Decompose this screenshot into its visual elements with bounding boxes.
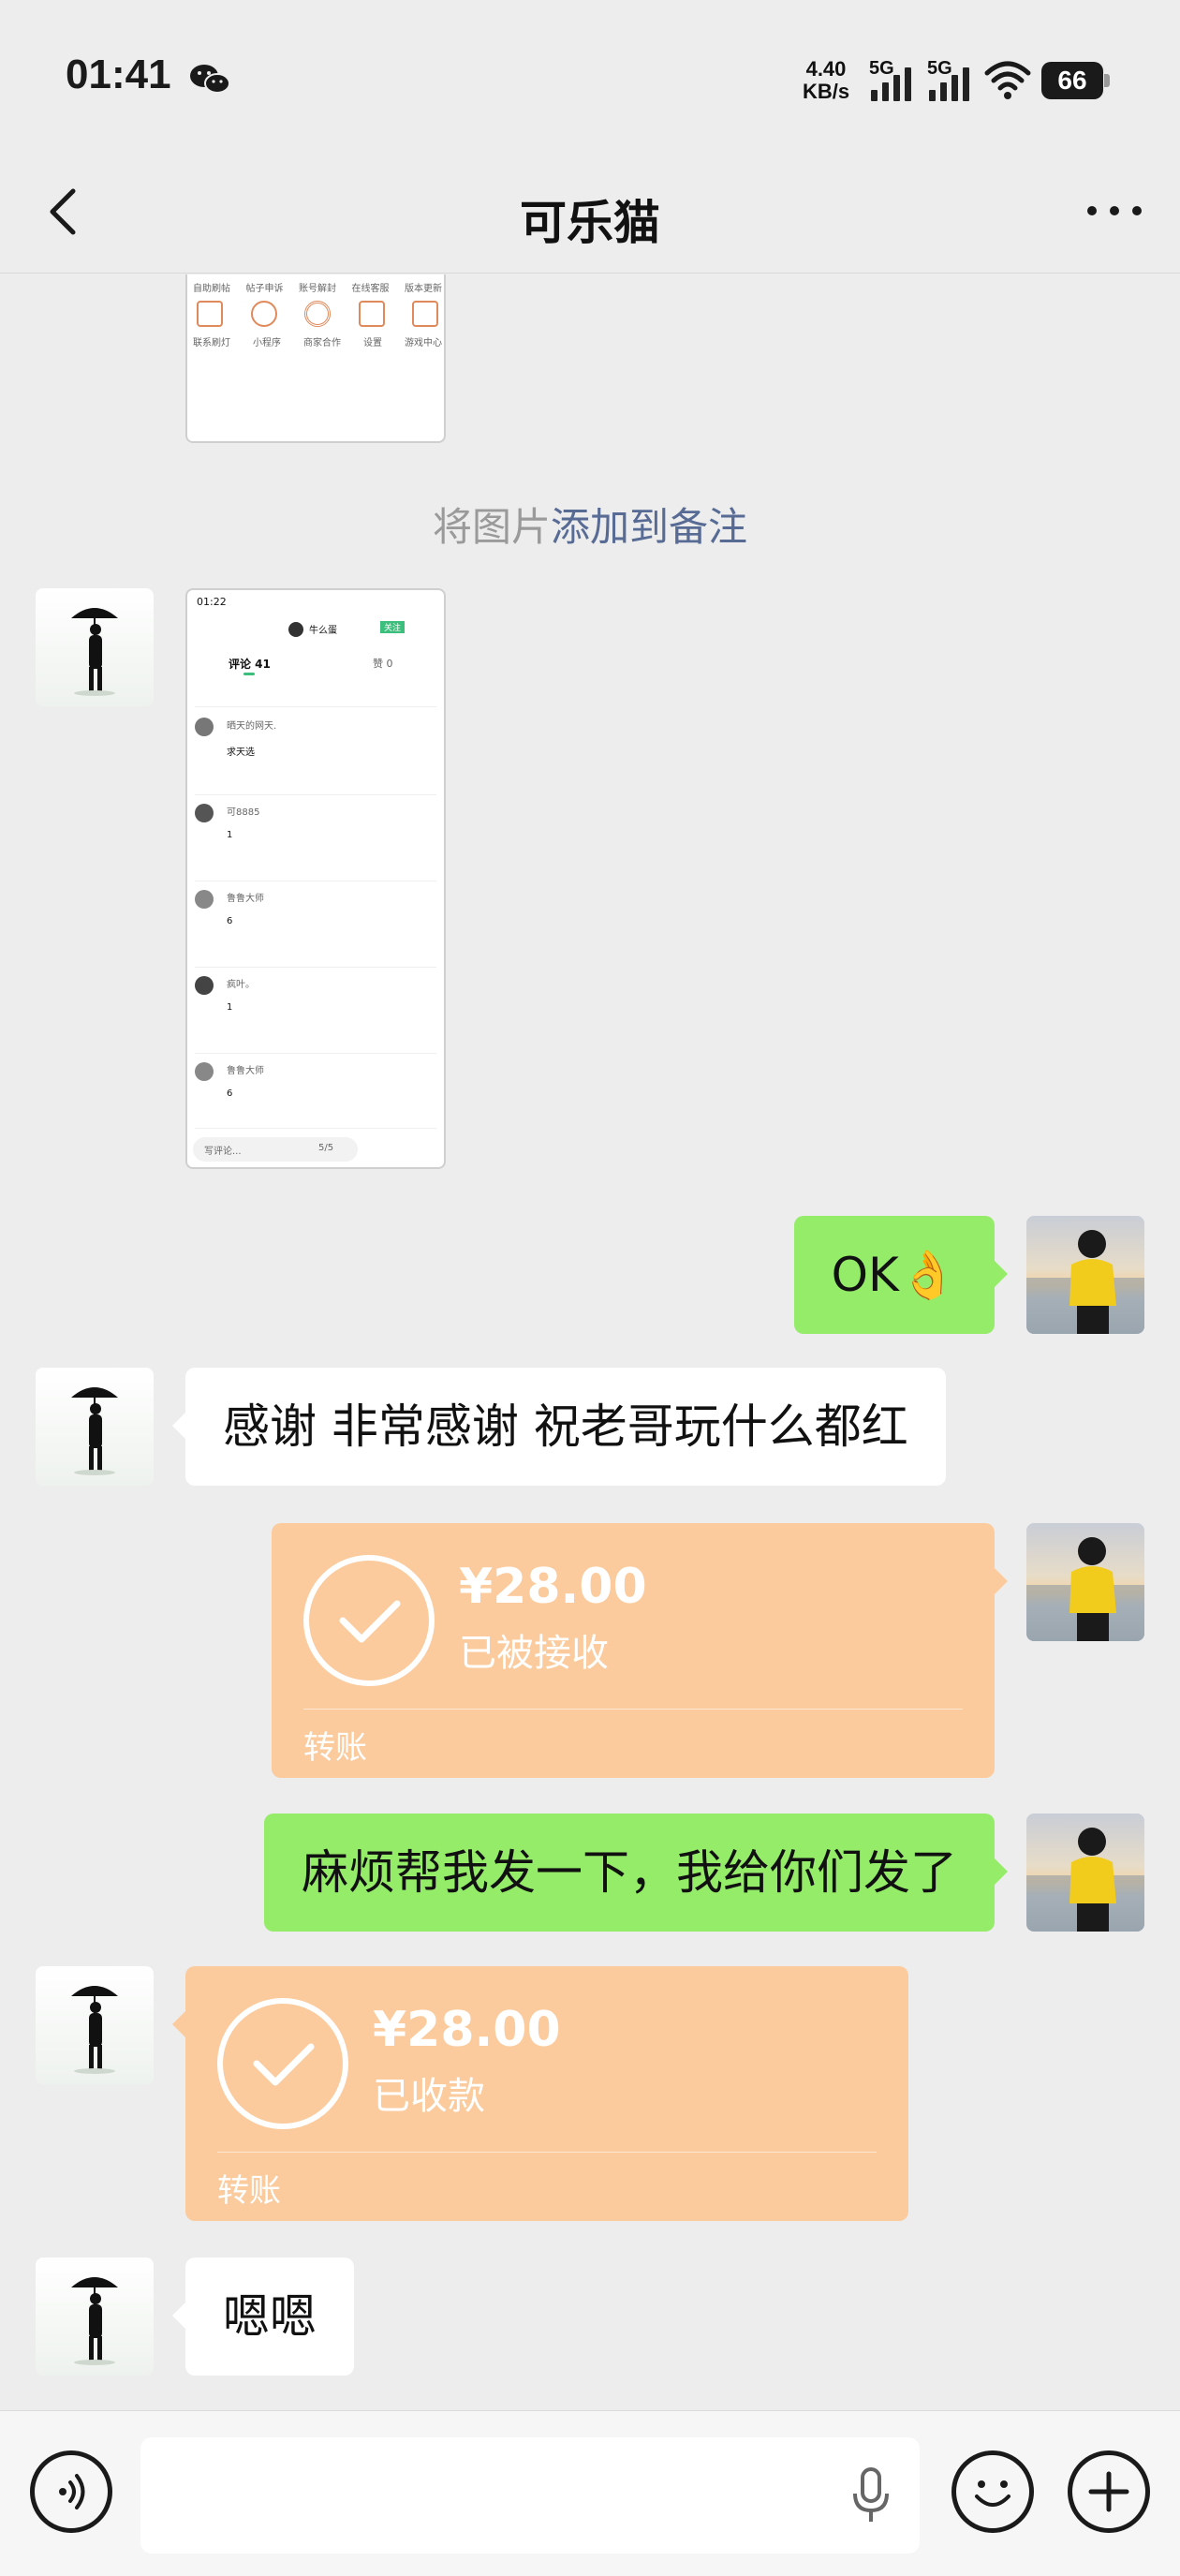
message-list[interactable]: 自助刷帖 帖子申诉 账号解封 在线客服 版本更新 联系刷灯 小程序 商家合作 设… xyxy=(0,274,1180,2410)
wechat-icon xyxy=(190,65,230,94)
thumb-tab-likes: 赞 0 xyxy=(373,658,393,670)
thumb-comment-text: 6 xyxy=(227,1088,233,1099)
voice-icon[interactable] xyxy=(30,2450,112,2533)
my-avatar[interactable] xyxy=(1026,1814,1144,1932)
thumb-comment-input: 写评论... xyxy=(204,1147,242,1157)
thumb-avatar xyxy=(288,622,303,637)
message-input[interactable] xyxy=(140,2437,920,2554)
chat-header: 可乐猫 xyxy=(0,150,1180,274)
thumb-icons xyxy=(197,301,438,327)
my-avatar[interactable] xyxy=(1026,1523,1144,1641)
thumb-comment-text: 1 xyxy=(227,1002,233,1013)
thumb-label: 账号解封 xyxy=(299,284,336,294)
hint-text: 将图片 xyxy=(432,504,551,550)
transfer-amount: ¥28.00 xyxy=(373,2002,561,2058)
umbrella-person-icon xyxy=(71,608,118,696)
plus-icon[interactable] xyxy=(1068,2450,1150,2533)
check-circle-icon xyxy=(217,1998,348,2129)
transfer-label: 转账 xyxy=(217,2172,281,2210)
network-speed: 4.40 KB/s xyxy=(798,58,854,103)
thumb-row-2: 联系刷灯 小程序 商家合作 设置 游戏中心 xyxy=(193,334,442,348)
thumb-label: 版本更新 xyxy=(405,284,442,294)
thumb-comment-text: 求天选 xyxy=(227,748,255,758)
transfer-amount: ¥28.00 xyxy=(459,1559,647,1615)
transfer-label: 转账 xyxy=(303,1729,367,1767)
message-bubble-sent[interactable]: OK👌 xyxy=(793,1216,1009,1334)
thumb-label: 在线客服 xyxy=(351,284,390,294)
thumb-tab-comments: 评论 41 xyxy=(229,658,271,671)
thumb-comment-text: 1 xyxy=(227,830,233,840)
battery-icon: 66 xyxy=(1041,62,1110,99)
emoji-icon[interactable] xyxy=(951,2450,1034,2533)
message-bubble-sent[interactable]: 麻烦帮我发一下，我给你们发了 xyxy=(264,1814,1008,1932)
thumb-comment-name: 晒天的网天. xyxy=(227,721,277,732)
thumb-label: 商家合作 xyxy=(303,338,341,348)
transfer-card-received[interactable]: ¥28.00 已收款 转账 xyxy=(172,1966,908,2221)
add-to-remark-hint: 将图片添加到备注 xyxy=(0,496,1180,553)
thumb-label: 游戏中心 xyxy=(405,338,442,348)
thumb-label: 小程序 xyxy=(253,338,281,348)
thumb-label: 帖子申诉 xyxy=(245,284,284,294)
contact-avatar[interactable] xyxy=(36,1966,154,2084)
add-to-remark-link[interactable]: 添加到备注 xyxy=(551,504,747,550)
signal-icon: 5G xyxy=(927,58,980,101)
thumb-page: 5/5 xyxy=(318,1143,334,1153)
thumb-comment-name: 可8885 xyxy=(227,807,260,818)
contact-avatar[interactable] xyxy=(36,2258,154,2376)
transfer-status: 已被接收 xyxy=(459,1632,609,1675)
signal-icon: 5G xyxy=(869,58,922,101)
thumb-label: 设置 xyxy=(363,338,382,348)
transfer-card-sent[interactable]: ¥28.00 已被接收 转账 xyxy=(272,1523,1008,1778)
more-dots-icon[interactable] xyxy=(1077,178,1152,244)
message-bubble-received[interactable]: 嗯嗯 xyxy=(172,2258,354,2376)
image-message[interactable]: 01:22 牛么蛋 关注 评论 41 赞 0 晒天的网天. 求天选 可8885 … xyxy=(185,588,446,1169)
contact-avatar[interactable] xyxy=(36,1368,154,1486)
thumb-comment-name: 鲁鲁大师 xyxy=(227,1066,264,1076)
status-bar: 01:41 4.40 KB/s 5G 5G 66 xyxy=(0,0,1180,150)
contact-avatar[interactable] xyxy=(36,588,154,706)
transfer-status: 已收款 xyxy=(373,2075,485,2118)
chat-title: 可乐猫 xyxy=(520,196,660,250)
message-bubble-received[interactable]: 感谢 非常感谢 祝老哥玩什么都红 xyxy=(172,1368,946,1486)
battery-level: 66 xyxy=(1041,62,1103,99)
network-type: 5G xyxy=(869,58,894,79)
input-bar xyxy=(0,2410,1180,2576)
image-message[interactable]: 自助刷帖 帖子申诉 账号解封 在线客服 版本更新 联系刷灯 小程序 商家合作 设… xyxy=(185,274,446,443)
microphone-icon[interactable] xyxy=(850,2467,892,2524)
umbrella-person-icon xyxy=(71,1986,118,2074)
thumb-follow: 关注 xyxy=(380,621,406,633)
speed-unit: KB/s xyxy=(802,80,850,103)
my-avatar[interactable] xyxy=(1026,1216,1144,1334)
status-time: 01:41 xyxy=(66,52,171,97)
person-yellow-shirt-icon xyxy=(1026,1230,1144,1334)
thumb-comment-name: 鲁鲁大师 xyxy=(227,894,264,904)
thumb-label: 自助刷帖 xyxy=(193,284,230,294)
thumb-comment-text: 6 xyxy=(227,916,233,926)
thumb-label: 联系刷灯 xyxy=(193,338,230,348)
wifi-icon xyxy=(984,61,1031,99)
check-circle-icon xyxy=(303,1555,435,1686)
thumb-comment-name: 疯叶。 xyxy=(227,980,255,990)
person-yellow-shirt-icon xyxy=(1026,1537,1144,1641)
umbrella-person-icon xyxy=(71,2277,118,2365)
person-yellow-shirt-icon xyxy=(1026,1828,1144,1932)
thumb-row-1: 自助刷帖 帖子申诉 账号解封 在线客服 版本更新 xyxy=(193,280,442,294)
network-type: 5G xyxy=(927,58,952,79)
thumb-user: 牛么蛋 xyxy=(309,626,337,636)
umbrella-person-icon xyxy=(71,1387,118,1475)
thumb-time: 01:22 xyxy=(197,596,227,608)
speed-value: 4.40 xyxy=(805,57,847,81)
